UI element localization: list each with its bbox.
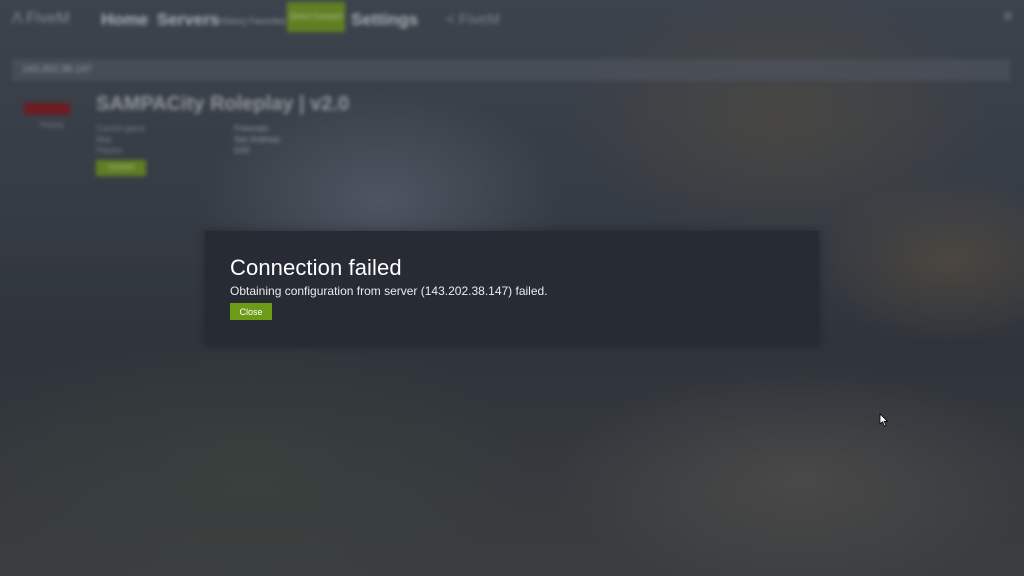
server-banner-image [24,103,70,115]
nav-favorites[interactable]: Favorites [249,16,286,26]
server-row-label: Current game [96,124,145,133]
nav-history[interactable]: History [219,16,247,26]
server-connect-button[interactable]: Connect [96,160,146,176]
address-bar[interactable]: 143.202.38.147 [12,59,1010,81]
mouse-cursor-icon [879,413,889,427]
server-row-label: Map [96,135,112,144]
server-row-value: Freeroam [234,124,269,133]
dialog-message: Obtaining configuration from server (143… [230,284,548,298]
close-icon[interactable]: ✕ [1002,8,1014,25]
server-title: SAMPACity Roleplay | v2.0 [96,93,350,115]
server-row-value: San Andreas [234,135,280,144]
close-button[interactable]: Close [230,303,272,320]
nav-home[interactable]: Home [101,10,148,30]
nav-settings[interactable]: Settings [351,10,418,30]
nav-direct-connect[interactable]: Direct Connect [287,2,345,32]
dialog-title: Connection failed [230,255,402,280]
server-row-value: 0/32 [234,146,250,155]
connection-failed-dialog: Connection failed Obtaining configuratio… [205,231,819,345]
top-navigation: Λ FiveM Home Servers History Favorites D… [0,0,1024,40]
server-row-label: Players [96,146,123,155]
server-banner-sub: Playing [40,122,63,129]
nav-search[interactable]: < FiveM [446,11,500,28]
address-input[interactable]: 143.202.38.147 [22,64,92,75]
app-logo: Λ FiveM [12,10,70,27]
nav-servers[interactable]: Servers [157,10,219,30]
